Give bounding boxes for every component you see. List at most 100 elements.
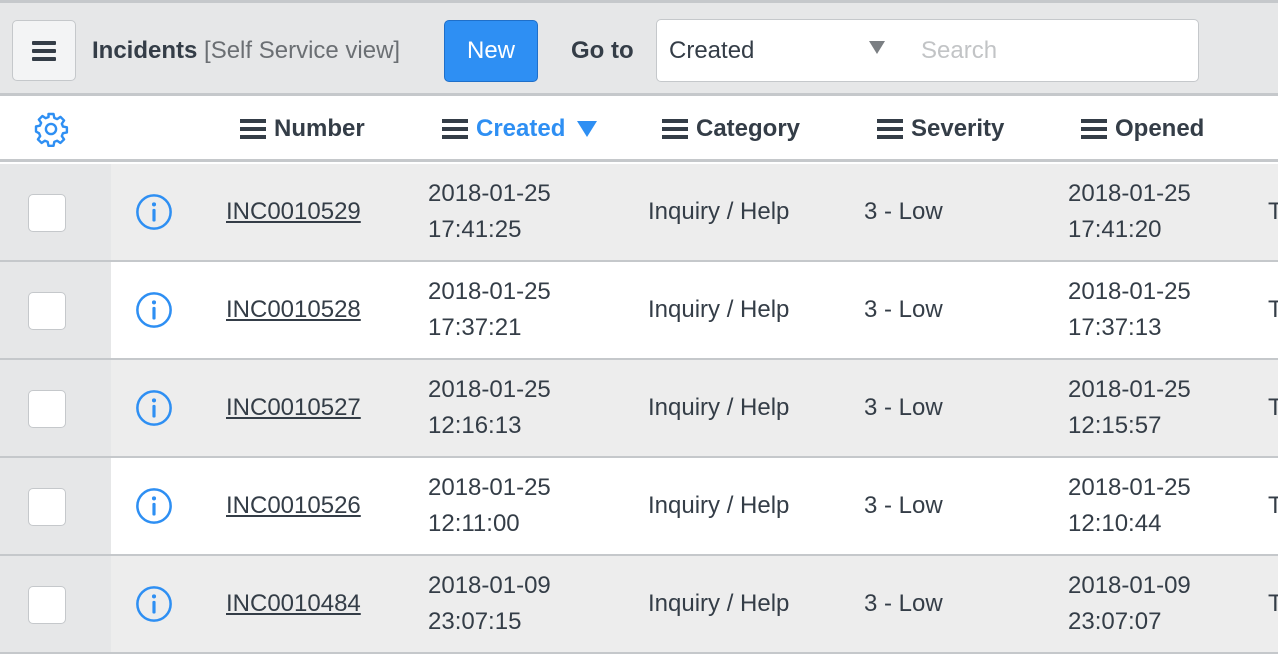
- truncated-next-column-cell: T: [1268, 194, 1278, 230]
- row-checkbox[interactable]: [28, 586, 66, 624]
- opened-cell: 2018-01-25 12:15:57: [1068, 372, 1191, 444]
- column-header-label: Opened: [1115, 115, 1204, 143]
- row-checkbox[interactable]: [28, 390, 66, 428]
- column-header-label: Severity: [911, 115, 1004, 143]
- created-cell: 2018-01-25 12:16:13: [428, 372, 551, 444]
- incident-number-link[interactable]: INC0010527: [226, 390, 361, 426]
- info-icon[interactable]: [135, 291, 173, 329]
- info-icon[interactable]: [135, 193, 173, 231]
- table-row: INC0010484 2018-01-09 23:07:15 Inquiry /…: [0, 556, 1278, 654]
- list-title-main: Incidents: [92, 37, 197, 64]
- dropdown-caret-icon: [869, 41, 885, 54]
- incident-list: INC0010529 2018-01-25 17:41:25 Inquiry /…: [0, 164, 1278, 654]
- sort-descending-icon: [577, 121, 597, 137]
- info-icon[interactable]: [135, 585, 173, 623]
- opened-cell: 2018-01-25 12:10:44: [1068, 470, 1191, 542]
- goto-field-value: Created: [669, 37, 754, 65]
- column-header-category[interactable]: Category: [662, 115, 800, 143]
- column-menu-icon[interactable]: [877, 119, 903, 139]
- severity-cell: 3 - Low: [864, 292, 943, 328]
- search-input[interactable]: [901, 19, 1199, 82]
- incident-number-link[interactable]: INC0010484: [226, 586, 361, 622]
- created-date: 2018-01-09: [428, 568, 551, 604]
- column-header-opened[interactable]: Opened: [1081, 115, 1204, 143]
- list-menu-button[interactable]: [12, 20, 76, 81]
- table-row: INC0010526 2018-01-25 12:11:00 Inquiry /…: [0, 458, 1278, 556]
- table-row: INC0010527 2018-01-25 12:16:13 Inquiry /…: [0, 360, 1278, 458]
- column-header-severity[interactable]: Severity: [877, 115, 1004, 143]
- select-cell: [0, 262, 111, 358]
- select-cell: [0, 164, 111, 260]
- created-cell: 2018-01-09 23:07:15: [428, 568, 551, 640]
- column-header-created[interactable]: Created: [442, 115, 597, 143]
- created-time: 12:11:00: [428, 506, 551, 542]
- info-icon[interactable]: [135, 389, 173, 427]
- opened-time: 17:37:13: [1068, 310, 1191, 346]
- category-cell: Inquiry / Help: [648, 586, 789, 622]
- column-menu-icon[interactable]: [442, 119, 468, 139]
- new-button[interactable]: New: [444, 20, 538, 82]
- created-time: 17:41:25: [428, 212, 551, 248]
- column-header-label: Number: [274, 115, 365, 143]
- select-cell: [0, 360, 111, 456]
- opened-cell: 2018-01-25 17:37:13: [1068, 274, 1191, 346]
- goto-label: Go to: [571, 37, 634, 65]
- category-cell: Inquiry / Help: [648, 488, 789, 524]
- opened-time: 17:41:20: [1068, 212, 1191, 248]
- created-date: 2018-01-25: [428, 372, 551, 408]
- opened-cell: 2018-01-25 17:41:20: [1068, 176, 1191, 248]
- created-cell: 2018-01-25 12:11:00: [428, 470, 551, 542]
- truncated-next-column-cell: T: [1268, 292, 1278, 328]
- opened-date: 2018-01-25: [1068, 274, 1191, 310]
- goto-field-select[interactable]: Created: [656, 19, 902, 82]
- category-cell: Inquiry / Help: [648, 194, 789, 230]
- opened-time: 23:07:07: [1068, 604, 1191, 640]
- column-header-label: Category: [696, 115, 800, 143]
- column-menu-icon[interactable]: [240, 119, 266, 139]
- truncated-next-column-cell: T: [1268, 488, 1278, 524]
- opened-date: 2018-01-25: [1068, 372, 1191, 408]
- opened-date: 2018-01-25: [1068, 470, 1191, 506]
- incident-number-link[interactable]: INC0010528: [226, 292, 361, 328]
- column-header-number[interactable]: Number: [240, 115, 365, 143]
- created-time: 17:37:21: [428, 310, 551, 346]
- created-cell: 2018-01-25 17:41:25: [428, 176, 551, 248]
- select-cell: [0, 556, 111, 652]
- truncated-next-column-cell: T: [1268, 390, 1278, 426]
- list-toolbar: Incidents [Self Service view] New Go to …: [0, 0, 1278, 96]
- opened-time: 12:10:44: [1068, 506, 1191, 542]
- severity-cell: 3 - Low: [864, 586, 943, 622]
- row-checkbox[interactable]: [28, 194, 66, 232]
- table-header: Number Created Category Severity Opened: [0, 96, 1278, 162]
- gear-icon[interactable]: [33, 111, 69, 147]
- opened-date: 2018-01-25: [1068, 176, 1191, 212]
- severity-cell: 3 - Low: [864, 488, 943, 524]
- created-cell: 2018-01-25 17:37:21: [428, 274, 551, 346]
- created-date: 2018-01-25: [428, 470, 551, 506]
- select-cell: [0, 458, 111, 554]
- opened-time: 12:15:57: [1068, 408, 1191, 444]
- row-checkbox[interactable]: [28, 488, 66, 526]
- severity-cell: 3 - Low: [864, 194, 943, 230]
- truncated-next-column-cell: T: [1268, 586, 1278, 622]
- incident-number-link[interactable]: INC0010526: [226, 488, 361, 524]
- table-row: INC0010529 2018-01-25 17:41:25 Inquiry /…: [0, 164, 1278, 262]
- info-icon[interactable]: [135, 487, 173, 525]
- created-time: 12:16:13: [428, 408, 551, 444]
- created-time: 23:07:15: [428, 604, 551, 640]
- row-checkbox[interactable]: [28, 292, 66, 330]
- hamburger-icon: [32, 41, 56, 61]
- category-cell: Inquiry / Help: [648, 390, 789, 426]
- opened-date: 2018-01-09: [1068, 568, 1191, 604]
- list-title: Incidents [Self Service view]: [92, 37, 400, 65]
- incident-number-link[interactable]: INC0010529: [226, 194, 361, 230]
- created-date: 2018-01-25: [428, 274, 551, 310]
- severity-cell: 3 - Low: [864, 390, 943, 426]
- category-cell: Inquiry / Help: [648, 292, 789, 328]
- column-header-label: Created: [476, 115, 565, 143]
- opened-cell: 2018-01-09 23:07:07: [1068, 568, 1191, 640]
- created-date: 2018-01-25: [428, 176, 551, 212]
- column-menu-icon[interactable]: [662, 119, 688, 139]
- column-menu-icon[interactable]: [1081, 119, 1107, 139]
- list-view-name: [Self Service view]: [204, 37, 400, 64]
